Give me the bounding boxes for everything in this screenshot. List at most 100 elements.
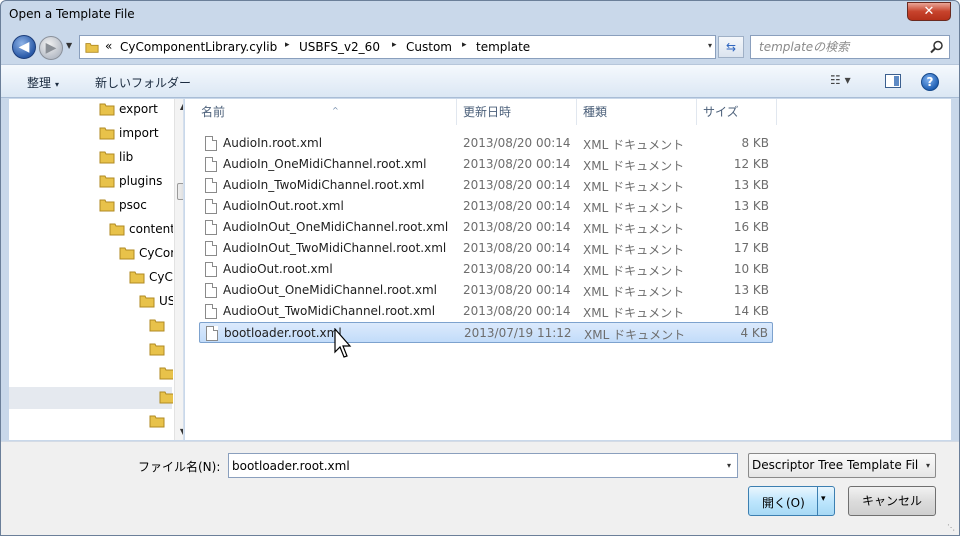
help-button[interactable]: ? — [921, 73, 939, 91]
file-row[interactable]: AudioInOut.root.xml 2013/08/20 00:14 XML ド… — [199, 196, 773, 217]
column-header-name[interactable]: 名前 ^ — [195, 99, 457, 125]
folder-icon — [129, 271, 145, 284]
file-name: AudioIn_OneMidiChannel.root.xml — [223, 157, 427, 171]
breadcrumb-item[interactable]: Custom — [406, 40, 452, 54]
cancel-button[interactable]: キャンセル — [848, 486, 936, 516]
breadcrumb-item[interactable]: template — [476, 40, 530, 54]
resize-grip-icon[interactable]: ⋱ — [947, 523, 957, 533]
folder-icon — [149, 319, 165, 332]
search-icon[interactable] — [930, 40, 944, 54]
breadcrumb-separator[interactable]: ▸ — [462, 40, 467, 50]
close-button[interactable]: ✕ — [907, 2, 951, 21]
search-box[interactable] — [750, 35, 950, 59]
file-row[interactable]: AudioIn_TwoMidiChannel.root.xml 2013/08/2… — [199, 175, 773, 196]
tree-item-folder[interactable] — [149, 411, 173, 433]
sort-ascending-icon: ^ — [332, 106, 339, 115]
xml-file-icon — [205, 241, 217, 256]
address-dropdown[interactable]: ▾ — [708, 41, 712, 50]
scroll-down-button[interactable]: ▼ — [175, 424, 183, 440]
file-name: AudioOut_OneMidiChannel.root.xml — [223, 283, 438, 297]
breadcrumb-overflow[interactable]: « — [105, 39, 112, 53]
column-header-date[interactable]: 更新日時 — [457, 99, 577, 125]
scroll-thumb[interactable] — [177, 183, 183, 200]
file-name: bootloader.root.xml — [224, 326, 342, 340]
tree-item-content[interactable]: content — [109, 219, 173, 241]
nav-scrollbar[interactable]: ▲ ▼ — [174, 99, 183, 440]
file-name: AudioInOut.root.xml — [223, 199, 344, 213]
chevron-down-icon: ▾ — [925, 461, 930, 470]
file-type: XML ドキュメント — [583, 243, 685, 257]
file-row[interactable]: AudioOut_TwoMidiChannel.root.xml 2013/08/… — [199, 301, 773, 322]
file-row[interactable]: AudioOut_OneMidiChannel.root.xml 2013/08/… — [199, 280, 773, 301]
breadcrumb-item[interactable]: CyComponentLibrary.cylib — [120, 40, 277, 54]
recent-locations-dropdown[interactable]: ▼ — [66, 41, 76, 53]
file-size: 14 KB — [733, 304, 769, 318]
tree-item-cycomponentlibrary[interactable]: CyComponentLibrary — [119, 243, 173, 265]
breadcrumb-separator[interactable]: ▸ — [285, 40, 290, 50]
file-size: 10 KB — [733, 262, 769, 276]
tree-item-export[interactable]: export — [99, 99, 173, 121]
address-box[interactable]: « CyComponentLibrary.cylib ▸ USBFS_v2_60… — [79, 35, 716, 59]
tree-item-label: CyComponentLibrary — [139, 246, 173, 260]
preview-pane-button[interactable] — [885, 74, 901, 88]
chevron-down-icon[interactable]: ▾ — [727, 461, 731, 470]
file-row[interactable]: AudioIn.root.xml 2013/08/20 00:14 XML ドキュメ… — [199, 133, 773, 154]
breadcrumb-separator[interactable]: ▸ — [392, 40, 397, 50]
tree-item-folder[interactable] — [149, 339, 173, 361]
open-template-dialog: Open a Template File ✕ ◀ ▶ ▼ « CyCompone… — [0, 0, 960, 536]
refresh-icon[interactable]: ⇆ — [718, 36, 744, 58]
tree-item-label: USBFS_v2_60 — [159, 294, 173, 308]
scroll-up-button[interactable]: ▲ — [175, 99, 183, 115]
open-button[interactable]: 開く(O) ▾ — [748, 486, 835, 516]
file-size: 4 KB — [740, 326, 768, 340]
file-row[interactable]: AudioInOut_TwoMidiChannel.root.xml 2013/0… — [199, 238, 773, 259]
open-options-dropdown[interactable]: ▾ — [821, 494, 826, 504]
tree-item-folder[interactable] — [159, 387, 173, 409]
file-date: 2013/08/20 00:14 — [463, 178, 571, 192]
filetype-value: Descriptor Tree Template Files — [752, 458, 918, 472]
xml-file-icon — [205, 178, 217, 193]
tree-item-import[interactable]: import — [99, 123, 173, 145]
tree-item-plugins[interactable]: plugins — [99, 171, 173, 193]
folder-icon — [159, 367, 173, 380]
filename-label: ファイル名(N): — [138, 460, 221, 474]
file-row[interactable]: AudioIn_OneMidiChannel.root.xml 2013/08/2… — [199, 154, 773, 175]
tree-item-lib[interactable]: lib — [99, 147, 173, 169]
file-size: 12 KB — [733, 157, 769, 171]
filename-combo[interactable]: ▾ — [228, 453, 738, 478]
xml-file-icon — [205, 220, 217, 235]
tree-item-psoc[interactable]: psoc — [99, 195, 173, 217]
file-name: AudioOut.root.xml — [223, 262, 333, 276]
file-date: 2013/08/20 00:14 — [463, 241, 571, 255]
organize-button[interactable]: 整理 ▾ — [27, 74, 59, 91]
tree-item-cycomponentlibrary-sub[interactable]: CyComponentLibrary — [129, 267, 173, 289]
tree-hover-row — [9, 387, 172, 409]
file-type: XML ドキュメント — [583, 138, 685, 152]
folder-icon — [99, 151, 115, 164]
file-row[interactable]: AudioInOut_OneMidiChannel.root.xml 2013/0… — [199, 217, 773, 238]
new-folder-button[interactable]: 新しいフォルダー — [95, 74, 191, 91]
tree-item-folder[interactable] — [149, 315, 173, 337]
file-size: 13 KB — [733, 178, 769, 192]
file-list: 名前 ^ 更新日時 種類 サイズ AudioIn.root.xml 2013/08/… — [185, 99, 951, 440]
breadcrumb-item[interactable]: USBFS_v2_60 — [299, 40, 380, 54]
command-bar: 整理 ▾ 新しいフォルダー ☷ ▾ ? — [1, 64, 959, 98]
tree-item-usbfs[interactable]: USBFS_v2_60 — [139, 291, 173, 313]
folder-icon — [99, 103, 115, 116]
filename-input[interactable] — [232, 458, 712, 474]
file-size: 17 KB — [733, 241, 769, 255]
change-view-button[interactable]: ☷ ▾ — [830, 73, 866, 91]
tree-item-folder[interactable] — [159, 363, 173, 385]
column-header-type[interactable]: 種類 — [577, 99, 697, 125]
forward-button[interactable]: ▶ — [39, 36, 63, 60]
file-row[interactable]: AudioOut.root.xml 2013/08/20 00:14 XML ドキュ… — [199, 259, 773, 280]
file-row-selected[interactable]: bootloader.root.xml 2013/07/19 11:12 XML ド… — [199, 322, 773, 343]
column-header-size[interactable]: サイズ — [697, 99, 777, 125]
file-name: AudioIn_TwoMidiChannel.root.xml — [223, 178, 425, 192]
xml-file-icon — [205, 157, 217, 172]
filetype-select[interactable]: Descriptor Tree Template Files ▾ — [748, 453, 936, 478]
navigation-pane: export import lib plugins psoc content C… — [9, 99, 184, 440]
back-button[interactable]: ◀ — [12, 35, 36, 59]
search-input[interactable] — [759, 39, 929, 55]
xml-file-icon — [205, 136, 217, 151]
